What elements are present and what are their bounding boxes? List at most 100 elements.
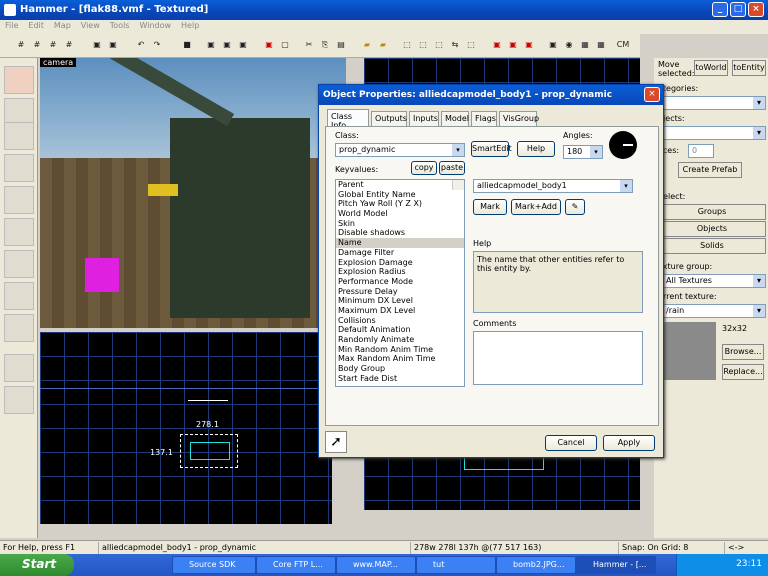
texture-group-select[interactable]: All Textures ▾: [662, 274, 766, 288]
entity-tool-icon[interactable]: [4, 154, 34, 182]
list-item[interactable]: Min Random Anim Time: [336, 345, 464, 355]
paste-icon[interactable]: ▤: [334, 38, 348, 52]
list-item[interactable]: Pitch Yaw Roll (Y Z X): [336, 199, 464, 209]
menu-view[interactable]: View: [76, 20, 105, 31]
toolbar-icon[interactable]: ⬚: [464, 38, 478, 52]
mark-button[interactable]: Mark: [473, 199, 507, 215]
selection-tool-icon[interactable]: ⬚: [400, 38, 414, 52]
texture-tool-icon[interactable]: [4, 218, 34, 246]
toolbar-icon[interactable]: ▣: [262, 38, 276, 52]
grid-icon[interactable]: #: [14, 38, 28, 52]
task-source-sdk[interactable]: Source SDK: [172, 556, 256, 574]
camera-tool-icon[interactable]: [4, 122, 34, 150]
solids-button[interactable]: Solids: [658, 238, 766, 254]
pick-entity-icon[interactable]: ➚: [325, 431, 347, 453]
toolbar-icon[interactable]: ⬚: [432, 38, 446, 52]
task-tut[interactable]: tut: [416, 556, 496, 574]
tab-class-info[interactable]: Class Info: [327, 109, 369, 130]
clip-tool-icon[interactable]: [4, 354, 34, 382]
toolbar-icon[interactable]: ▦: [578, 38, 592, 52]
categories-select[interactable]: ▾: [658, 96, 766, 110]
list-item[interactable]: Explosion Radius: [336, 267, 464, 277]
task-bomb2[interactable]: bomb2.JPG...: [496, 556, 576, 574]
undo-icon[interactable]: ↶: [134, 38, 148, 52]
objects-select[interactable]: ▾: [658, 126, 766, 140]
task-browser[interactable]: www.MAP...: [336, 556, 416, 574]
start-button[interactable]: Start: [0, 554, 74, 576]
list-item[interactable]: Default Animation: [336, 325, 464, 335]
menu-window[interactable]: Window: [134, 20, 176, 31]
apply-texture-icon[interactable]: [4, 250, 34, 278]
toolbar-icon[interactable]: ⇆: [448, 38, 462, 52]
menu-help[interactable]: Help: [176, 20, 204, 31]
list-item[interactable]: Damage Filter: [336, 248, 464, 258]
copy-button[interactable]: copy: [411, 161, 437, 175]
task-core-ftp[interactable]: Core FTP L...: [256, 556, 336, 574]
smartedit-button[interactable]: SmartEdit: [471, 141, 512, 157]
eyedropper-icon[interactable]: ✎: [565, 199, 585, 215]
list-item[interactable]: Max Random Anim Time: [336, 354, 464, 364]
list-item[interactable]: Maximum DX Level: [336, 306, 464, 316]
list-item-selected[interactable]: Name: [336, 238, 464, 248]
list-item[interactable]: Global Entity Name: [336, 190, 464, 200]
list-item[interactable]: Performance Mode: [336, 277, 464, 287]
list-item[interactable]: Parent: [336, 180, 464, 190]
list-item[interactable]: Pressure Delay: [336, 287, 464, 297]
class-select[interactable]: prop_dynamic ▾: [335, 143, 465, 157]
toolbar-icon[interactable]: ▣: [506, 38, 520, 52]
angle-dial[interactable]: [609, 131, 637, 159]
toolbar-icon[interactable]: ⬚: [416, 38, 430, 52]
list-item[interactable]: Skin: [336, 219, 464, 229]
overlay-tool-icon[interactable]: [4, 314, 34, 342]
toolbar-icon[interactable]: ▣: [204, 38, 218, 52]
list-item[interactable]: Disable shadows: [336, 228, 464, 238]
to-world-button[interactable]: toWorld: [694, 60, 728, 76]
grid-dots-icon[interactable]: #: [46, 38, 60, 52]
menu-file[interactable]: File: [0, 20, 23, 31]
decal-tool-icon[interactable]: [4, 282, 34, 310]
toolbar-icon[interactable]: ▣: [236, 38, 250, 52]
menu-map[interactable]: Map: [49, 20, 76, 31]
cm-icon[interactable]: CM: [614, 38, 632, 52]
redo-icon[interactable]: ↷: [150, 38, 164, 52]
load-window-icon[interactable]: ▣: [90, 38, 104, 52]
list-item[interactable]: Minimum DX Level: [336, 296, 464, 306]
list-item[interactable]: Explosion Damage: [336, 258, 464, 268]
toolbar-icon[interactable]: ▢: [278, 38, 292, 52]
tab-model[interactable]: Model: [441, 111, 469, 126]
maximize-icon[interactable]: □: [730, 2, 746, 17]
scrollbar-horizontal[interactable]: [364, 510, 640, 524]
3d-grid-icon[interactable]: #: [30, 38, 44, 52]
tab-outputs[interactable]: Outputs: [371, 111, 407, 126]
minimize-icon[interactable]: _: [712, 2, 728, 17]
paste-button[interactable]: paste: [439, 161, 465, 175]
current-texture-select[interactable]: /rain ▾: [662, 304, 766, 318]
tab-visgroup[interactable]: VisGroup: [499, 111, 539, 126]
camera-viewport[interactable]: camera: [40, 58, 346, 328]
cancel-button[interactable]: Cancel: [545, 435, 597, 451]
menu-tools[interactable]: Tools: [105, 20, 135, 31]
toolbar-icon[interactable]: ▣: [220, 38, 234, 52]
grid-smaller-icon[interactable]: #: [62, 38, 76, 52]
mark-add-button[interactable]: Mark+Add: [511, 199, 561, 215]
toolbar-icon[interactable]: ▰: [376, 38, 390, 52]
groups-button[interactable]: Groups: [658, 204, 766, 220]
close-icon[interactable]: ×: [748, 2, 764, 17]
list-item[interactable]: Body Group: [336, 364, 464, 374]
toolbar-icon[interactable]: ▣: [490, 38, 504, 52]
toolbar-icon[interactable]: ▰: [360, 38, 374, 52]
create-prefab-button[interactable]: Create Prefab: [678, 162, 742, 178]
copy-icon[interactable]: ⎘: [318, 38, 332, 52]
toolbar-icon[interactable]: ◉: [562, 38, 576, 52]
help-button[interactable]: Help: [517, 141, 555, 157]
value-field[interactable]: alliedcapmodel_body1 ▾: [473, 179, 633, 193]
vertex-tool-icon[interactable]: [4, 386, 34, 414]
close-icon[interactable]: ×: [644, 87, 660, 102]
cut-icon[interactable]: ✂: [302, 38, 316, 52]
tab-inputs[interactable]: Inputs: [409, 111, 439, 126]
comments-field[interactable]: [473, 331, 643, 385]
list-item[interactable]: Collisions: [336, 316, 464, 326]
list-item[interactable]: Start Fade Dist: [336, 374, 464, 384]
save-window-icon[interactable]: ▣: [106, 38, 120, 52]
replace-button[interactable]: Replace...: [722, 364, 764, 380]
